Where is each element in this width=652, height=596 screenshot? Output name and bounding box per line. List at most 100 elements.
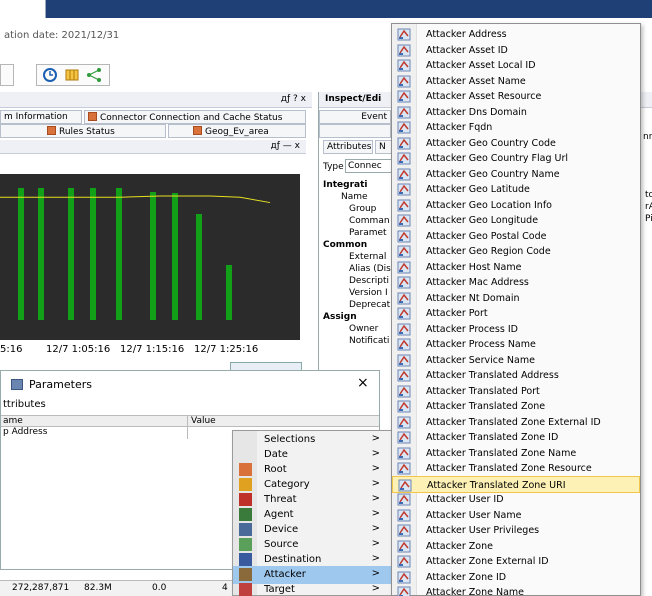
menu-item-attacker-geo-latitude[interactable]: Attacker Geo Latitude xyxy=(392,181,640,198)
field-icon xyxy=(397,276,411,289)
window-tab[interactable] xyxy=(0,0,46,18)
menu-item-attacker-process-name[interactable]: Attacker Process Name xyxy=(392,336,640,353)
field-icon xyxy=(397,354,411,367)
menu-item-attacker-host-name[interactable]: Attacker Host Name xyxy=(392,259,640,276)
section-common[interactable]: Common xyxy=(323,240,367,250)
grid-icon[interactable] xyxy=(63,66,81,84)
tab-system-information[interactable]: m Information xyxy=(0,110,82,124)
menu-item-attacker-translated-zone-external-id[interactable]: Attacker Translated Zone External ID xyxy=(392,414,640,431)
x-tick-label: 12/7 1:15:16 xyxy=(120,344,185,355)
field-icon xyxy=(397,338,411,351)
menu-item-attacker-address[interactable]: Attacker Address xyxy=(392,26,640,43)
field-icon xyxy=(397,214,411,227)
menu-item-attacker-user-name[interactable]: Attacker User Name xyxy=(392,507,640,524)
menu-item-label: Date xyxy=(264,449,288,460)
attr-deprecated: Deprecat xyxy=(349,300,391,310)
toolbar-edge-button[interactable] xyxy=(0,64,14,86)
root-icon xyxy=(239,463,252,476)
bar-chart xyxy=(0,174,300,340)
menu-item-attacker-port[interactable]: Attacker Port xyxy=(392,305,640,322)
clock-icon[interactable] xyxy=(41,66,59,84)
menu-item-attacker-geo-longitude[interactable]: Attacker Geo Longitude xyxy=(392,212,640,229)
dashboard-panel-header: дƒ ? х xyxy=(0,92,312,108)
tab-connector-connection[interactable]: Connector Connection and Cache Status xyxy=(84,110,306,124)
menu-item-attacker-geo-region-code[interactable]: Attacker Geo Region Code xyxy=(392,243,640,260)
menu-item-attacker-geo-country-flag-url[interactable]: Attacker Geo Country Flag Url xyxy=(392,150,640,167)
section-integration[interactable]: Integrati xyxy=(323,180,368,190)
menu-item-attacker-geo-country-name[interactable]: Attacker Geo Country Name xyxy=(392,166,640,183)
menu-item-attacker-translated-zone-uri[interactable]: Attacker Translated Zone URI xyxy=(392,475,640,493)
field-icon xyxy=(397,385,411,398)
tab-geog-ev-area[interactable]: Geog_Ev_area xyxy=(168,124,306,138)
close-button[interactable]: × xyxy=(357,375,369,391)
menu-item-attacker-process-id[interactable]: Attacker Process ID xyxy=(392,321,640,338)
tab-event[interactable]: Event xyxy=(319,110,391,124)
menu-item-attacker-translated-zone-id[interactable]: Attacker Translated Zone ID xyxy=(392,429,640,446)
menu-item-label: Attacker Translated Zone URI xyxy=(427,479,566,491)
menu-item-target[interactable]: Target > xyxy=(233,581,394,596)
window-title-bar xyxy=(0,0,652,18)
menu-item-label: Device xyxy=(264,524,299,535)
menu-item-attacker-geo-country-code[interactable]: Attacker Geo Country Code xyxy=(392,135,640,152)
tab-event-icon[interactable] xyxy=(319,124,391,138)
menu-item-attacker-translated-zone-resource[interactable]: Attacker Translated Zone Resource xyxy=(392,460,640,477)
column-name[interactable]: ame xyxy=(3,416,23,426)
menu-item-attacker-asset-resource[interactable]: Attacker Asset Resource xyxy=(392,88,640,105)
tab-attributes[interactable]: Attributes xyxy=(323,140,373,154)
tab-rules-status[interactable]: Rules Status xyxy=(0,124,166,138)
menu-item-attacker-translated-port[interactable]: Attacker Translated Port xyxy=(392,383,640,400)
menu-item-label: Attacker Service Name xyxy=(426,354,535,366)
dashboard-icon xyxy=(193,126,202,135)
field-icon xyxy=(397,292,411,305)
source-icon xyxy=(239,538,252,551)
menu-item-attacker-zone[interactable]: Attacker Zone xyxy=(392,538,640,555)
clipped-text: nn xyxy=(643,132,652,142)
menu-item-attacker-zone-id[interactable]: Attacker Zone ID xyxy=(392,569,640,586)
menu-item-attacker-dns-domain[interactable]: Attacker Dns Domain xyxy=(392,104,640,121)
menu-item-attacker-user-privileges[interactable]: Attacker User Privileges xyxy=(392,522,640,539)
panel-window-controls[interactable]: дƒ ? х xyxy=(281,94,306,104)
field-icon xyxy=(397,555,411,568)
toolbar-group xyxy=(36,64,110,86)
field-icon xyxy=(397,183,411,196)
menu-item-attacker-mac-address[interactable]: Attacker Mac Address xyxy=(392,274,640,291)
menu-item-attacker-zone-name[interactable]: Attacker Zone Name xyxy=(392,584,640,596)
attr-version: Version I xyxy=(349,288,388,298)
menu-item-label: Attacker Zone xyxy=(426,540,493,552)
field-icon xyxy=(397,245,411,258)
menu-item-attacker-asset-id[interactable]: Attacker Asset ID xyxy=(392,42,640,59)
tab-label: m Information xyxy=(4,112,68,122)
field-icon xyxy=(397,447,411,460)
menu-item-label: Attacker User Privileges xyxy=(426,525,540,536)
menu-item-label: Attacker User Name xyxy=(426,509,522,521)
field-icon xyxy=(398,479,412,492)
menu-item-label: Attacker Fqdn xyxy=(426,122,493,133)
menu-item-attacker-nt-domain[interactable]: Attacker Nt Domain xyxy=(392,290,640,307)
chart-window-controls[interactable]: дƒ — х xyxy=(271,141,300,151)
menu-item-label: Attacker Asset Resource xyxy=(426,91,542,102)
menu-item-label: Threat xyxy=(264,494,297,505)
menu-item-label: Attacker Nt Domain xyxy=(426,292,520,304)
chevron-right-icon: > xyxy=(371,508,380,519)
column-value[interactable]: Value xyxy=(191,416,216,426)
menu-item-attacker-user-id[interactable]: Attacker User ID xyxy=(392,491,640,508)
menu-item-attacker-service-name[interactable]: Attacker Service Name xyxy=(392,352,640,369)
section-assign[interactable]: Assign xyxy=(323,312,357,322)
share-icon[interactable] xyxy=(85,66,103,84)
type-field[interactable]: Connec xyxy=(345,159,395,173)
menu-item-attacker-translated-zone-name[interactable]: Attacker Translated Zone Name xyxy=(392,445,640,462)
menu-item-attacker-asset-local-id[interactable]: Attacker Asset Local ID xyxy=(392,57,640,74)
menu-item-label: Attacker Address xyxy=(426,29,507,40)
menu-item-attacker-translated-address[interactable]: Attacker Translated Address xyxy=(392,367,640,384)
dashboard-icon xyxy=(47,126,56,135)
menu-item-attacker-geo-postal-code[interactable]: Attacker Geo Postal Code xyxy=(392,228,640,245)
menu-item-attacker-asset-name[interactable]: Attacker Asset Name xyxy=(392,73,640,90)
menu-item-attacker-translated-zone[interactable]: Attacker Translated Zone xyxy=(392,398,640,415)
menu-item-attacker-zone-external-id[interactable]: Attacker Zone External ID xyxy=(392,553,640,570)
status-count: 272,287,871 xyxy=(12,583,70,593)
menu-item-attacker-geo-location-info[interactable]: Attacker Geo Location Info xyxy=(392,197,640,214)
param-row[interactable]: p Address xyxy=(3,427,47,437)
menu-item-attacker-fqdn[interactable]: Attacker Fqdn xyxy=(392,119,640,136)
attr-parameters: Paramet xyxy=(349,228,387,238)
field-icon xyxy=(397,90,411,103)
